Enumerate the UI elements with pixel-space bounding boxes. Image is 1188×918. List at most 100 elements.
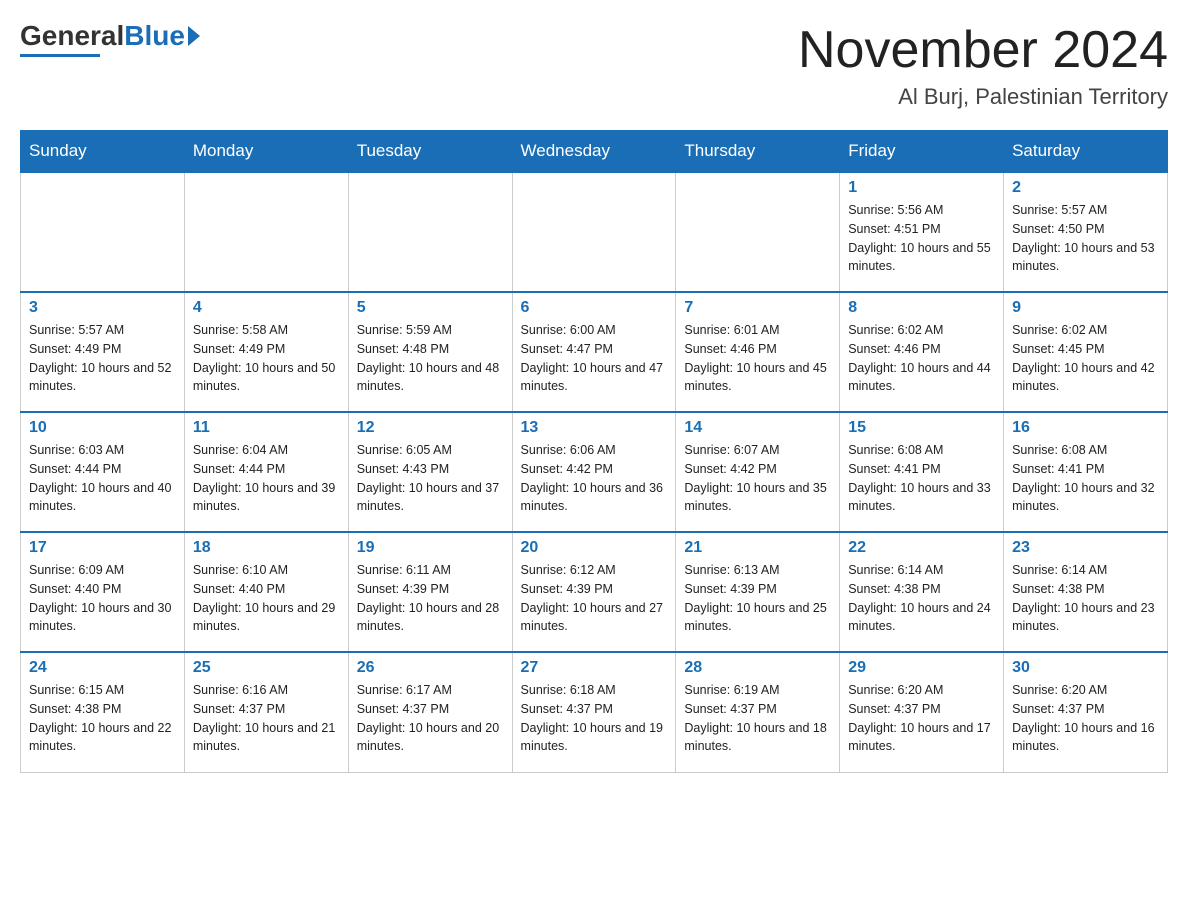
calendar-cell: 17 Sunrise: 6:09 AM Sunset: 4:40 PM Dayli… [21, 532, 185, 652]
day-info: Sunrise: 6:09 AM Sunset: 4:40 PM Dayligh… [29, 561, 176, 636]
calendar-cell: 3Sunrise: 5:57 AM Sunset: 4:49 PM Daylig… [21, 292, 185, 412]
day-info: Sunrise: 6:20 AM Sunset: 4:37 PM Dayligh… [1012, 681, 1159, 756]
day-number: 21 [684, 539, 831, 557]
day-number: 28 [684, 659, 831, 677]
calendar-cell: 19 Sunrise: 6:11 AM Sunset: 4:39 PM Dayli… [348, 532, 512, 652]
day-number: 15 [848, 419, 995, 437]
day-number: 17 [29, 539, 176, 557]
day-number: 19 [357, 539, 504, 557]
day-info: Sunrise: 6:04 AM Sunset: 4:44 PM Dayligh… [193, 441, 340, 516]
header-day-monday: Monday [184, 131, 348, 173]
day-number: 9 [1012, 299, 1159, 317]
calendar-cell: 6 Sunrise: 6:00 AM Sunset: 4:47 PM Daylig… [512, 292, 676, 412]
day-info: Sunrise: 6:00 AM Sunset: 4:47 PM Dayligh… [521, 321, 668, 396]
day-info: Sunrise: 6:03 AM Sunset: 4:44 PM Dayligh… [29, 441, 176, 516]
day-info: Sunrise: 6:02 AM Sunset: 4:45 PM Dayligh… [1012, 321, 1159, 396]
day-info: Sunrise: 6:11 AM Sunset: 4:39 PM Dayligh… [357, 561, 504, 636]
header-day-saturday: Saturday [1004, 131, 1168, 173]
day-info: Sunrise: 5:58 AM Sunset: 4:49 PM Dayligh… [193, 321, 340, 396]
header-day-sunday: Sunday [21, 131, 185, 173]
day-info: Sunrise: 6:06 AM Sunset: 4:42 PM Dayligh… [521, 441, 668, 516]
calendar-cell: 16 Sunrise: 6:08 AM Sunset: 4:41 PM Dayli… [1004, 412, 1168, 532]
day-number: 23 [1012, 539, 1159, 557]
calendar-cell: 21Sunrise: 6:13 AM Sunset: 4:39 PM Dayli… [676, 532, 840, 652]
calendar-cell: 13 Sunrise: 6:06 AM Sunset: 4:42 PM Dayli… [512, 412, 676, 532]
calendar-cell: 7Sunrise: 6:01 AM Sunset: 4:46 PM Daylig… [676, 292, 840, 412]
day-number: 30 [1012, 659, 1159, 677]
week-row-5: 24 Sunrise: 6:15 AM Sunset: 4:38 PM Dayli… [21, 652, 1168, 772]
calendar-cell [21, 172, 185, 292]
week-row-1: 1 Sunrise: 5:56 AM Sunset: 4:51 PM Daylig… [21, 172, 1168, 292]
day-info: Sunrise: 5:57 AM Sunset: 4:50 PM Dayligh… [1012, 201, 1159, 276]
logo-general-text: General [20, 20, 124, 52]
day-info: Sunrise: 6:07 AM Sunset: 4:42 PM Dayligh… [684, 441, 831, 516]
calendar-cell: 30 Sunrise: 6:20 AM Sunset: 4:37 PM Dayli… [1004, 652, 1168, 772]
calendar-cell: 18 Sunrise: 6:10 AM Sunset: 4:40 PM Dayli… [184, 532, 348, 652]
calendar-cell [184, 172, 348, 292]
day-info: Sunrise: 5:59 AM Sunset: 4:48 PM Dayligh… [357, 321, 504, 396]
header-day-tuesday: Tuesday [348, 131, 512, 173]
day-number: 16 [1012, 419, 1159, 437]
day-number: 4 [193, 299, 340, 317]
calendar-cell: 14Sunrise: 6:07 AM Sunset: 4:42 PM Dayli… [676, 412, 840, 532]
calendar-cell: 27Sunrise: 6:18 AM Sunset: 4:37 PM Dayli… [512, 652, 676, 772]
title-area: November 2024 Al Burj, Palestinian Terri… [798, 20, 1168, 110]
day-info: Sunrise: 6:18 AM Sunset: 4:37 PM Dayligh… [521, 681, 668, 756]
day-info: Sunrise: 5:56 AM Sunset: 4:51 PM Dayligh… [848, 201, 995, 276]
calendar-table: SundayMondayTuesdayWednesdayThursdayFrid… [20, 130, 1168, 773]
day-info: Sunrise: 6:14 AM Sunset: 4:38 PM Dayligh… [1012, 561, 1159, 636]
logo-arrow-icon [188, 26, 200, 46]
logo-underline [20, 54, 100, 57]
calendar-cell: 22 Sunrise: 6:14 AM Sunset: 4:38 PM Dayli… [840, 532, 1004, 652]
day-number: 12 [357, 419, 504, 437]
day-info: Sunrise: 6:01 AM Sunset: 4:46 PM Dayligh… [684, 321, 831, 396]
day-info: Sunrise: 6:05 AM Sunset: 4:43 PM Dayligh… [357, 441, 504, 516]
day-info: Sunrise: 6:08 AM Sunset: 4:41 PM Dayligh… [1012, 441, 1159, 516]
day-number: 18 [193, 539, 340, 557]
day-number: 2 [1012, 179, 1159, 197]
day-number: 1 [848, 179, 995, 197]
day-info: Sunrise: 6:15 AM Sunset: 4:38 PM Dayligh… [29, 681, 176, 756]
day-number: 24 [29, 659, 176, 677]
day-number: 22 [848, 539, 995, 557]
calendar-cell: 4 Sunrise: 5:58 AM Sunset: 4:49 PM Daylig… [184, 292, 348, 412]
calendar-cell: 29Sunrise: 6:20 AM Sunset: 4:37 PM Dayli… [840, 652, 1004, 772]
day-number: 13 [521, 419, 668, 437]
calendar-cell: 2 Sunrise: 5:57 AM Sunset: 4:50 PM Daylig… [1004, 172, 1168, 292]
header-day-thursday: Thursday [676, 131, 840, 173]
week-row-4: 17 Sunrise: 6:09 AM Sunset: 4:40 PM Dayli… [21, 532, 1168, 652]
calendar-subtitle: Al Burj, Palestinian Territory [798, 84, 1168, 110]
header-row: SundayMondayTuesdayWednesdayThursdayFrid… [21, 131, 1168, 173]
calendar-cell: 9 Sunrise: 6:02 AM Sunset: 4:45 PM Daylig… [1004, 292, 1168, 412]
calendar-cell: 5 Sunrise: 5:59 AM Sunset: 4:48 PM Daylig… [348, 292, 512, 412]
week-row-3: 10 Sunrise: 6:03 AM Sunset: 4:44 PM Dayli… [21, 412, 1168, 532]
calendar-cell [676, 172, 840, 292]
calendar-cell: 25 Sunrise: 6:16 AM Sunset: 4:37 PM Dayli… [184, 652, 348, 772]
day-info: Sunrise: 6:10 AM Sunset: 4:40 PM Dayligh… [193, 561, 340, 636]
day-number: 20 [521, 539, 668, 557]
calendar-cell: 15 Sunrise: 6:08 AM Sunset: 4:41 PM Dayli… [840, 412, 1004, 532]
day-info: Sunrise: 6:02 AM Sunset: 4:46 PM Dayligh… [848, 321, 995, 396]
calendar-cell: 12 Sunrise: 6:05 AM Sunset: 4:43 PM Dayli… [348, 412, 512, 532]
day-info: Sunrise: 6:14 AM Sunset: 4:38 PM Dayligh… [848, 561, 995, 636]
day-info: Sunrise: 6:17 AM Sunset: 4:37 PM Dayligh… [357, 681, 504, 756]
day-number: 10 [29, 419, 176, 437]
calendar-cell: 26Sunrise: 6:17 AM Sunset: 4:37 PM Dayli… [348, 652, 512, 772]
week-row-2: 3Sunrise: 5:57 AM Sunset: 4:49 PM Daylig… [21, 292, 1168, 412]
day-info: Sunrise: 6:19 AM Sunset: 4:37 PM Dayligh… [684, 681, 831, 756]
logo: General Blue [20, 20, 200, 57]
day-number: 11 [193, 419, 340, 437]
day-number: 5 [357, 299, 504, 317]
page-header: General Blue November 2024 Al Burj, Pale… [20, 20, 1168, 110]
day-info: Sunrise: 6:08 AM Sunset: 4:41 PM Dayligh… [848, 441, 995, 516]
calendar-cell: 28 Sunrise: 6:19 AM Sunset: 4:37 PM Dayli… [676, 652, 840, 772]
calendar-cell: 11 Sunrise: 6:04 AM Sunset: 4:44 PM Dayli… [184, 412, 348, 532]
day-number: 6 [521, 299, 668, 317]
calendar-title: November 2024 [798, 20, 1168, 80]
day-number: 8 [848, 299, 995, 317]
day-number: 25 [193, 659, 340, 677]
day-info: Sunrise: 6:16 AM Sunset: 4:37 PM Dayligh… [193, 681, 340, 756]
calendar-cell: 24 Sunrise: 6:15 AM Sunset: 4:38 PM Dayli… [21, 652, 185, 772]
day-info: Sunrise: 5:57 AM Sunset: 4:49 PM Dayligh… [29, 321, 176, 396]
calendar-cell [348, 172, 512, 292]
